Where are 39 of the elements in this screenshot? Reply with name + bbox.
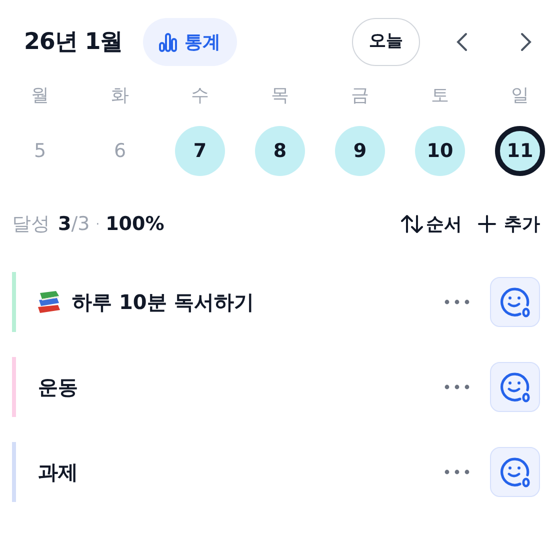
smiley-add-icon <box>498 455 532 489</box>
achievement-total: /3 <box>71 212 90 237</box>
achievement-percent: 100% <box>106 212 164 237</box>
habit-name: 운동 <box>38 374 78 401</box>
bar-chart-icon <box>158 32 177 52</box>
emotion-button[interactable] <box>490 277 540 327</box>
plus-icon <box>478 215 496 233</box>
sort-arrows-icon <box>401 214 423 234</box>
weekday-label: 화 <box>111 84 129 108</box>
weekday-label: 목 <box>271 84 289 108</box>
chevron-right-icon <box>520 32 532 52</box>
habit-name: 과제 <box>38 459 78 486</box>
habit-name: 하루 10분 독서하기 <box>72 289 254 316</box>
sort-button[interactable]: 순서 <box>401 210 462 238</box>
add-button[interactable]: 추가 <box>478 210 540 238</box>
weekday-label: 월 <box>31 84 49 108</box>
more-icon <box>444 384 470 390</box>
day-button[interactable]: 8 <box>255 126 305 176</box>
emotion-button[interactable] <box>490 362 540 412</box>
emotion-button[interactable] <box>490 447 540 497</box>
month-title: 26년 1월 <box>24 28 123 57</box>
weekday-label: 토 <box>431 84 449 108</box>
stats-button[interactable]: 통계 <box>142 18 237 66</box>
day-button[interactable]: 11 <box>495 126 545 176</box>
achievement-count: 3 <box>58 212 72 237</box>
weekday-label: 일 <box>511 84 529 108</box>
today-button[interactable]: 오늘 <box>352 18 420 66</box>
day-button[interactable]: 10 <box>415 126 465 176</box>
more-icon <box>444 299 470 305</box>
day-button[interactable]: 7 <box>175 126 225 176</box>
smiley-add-icon <box>498 285 532 319</box>
achievement-label: 달성 <box>12 212 50 237</box>
smiley-add-icon <box>498 370 532 404</box>
separator-dot: · <box>96 216 100 233</box>
chevron-left-icon <box>456 32 468 52</box>
weekday-label: 금 <box>351 84 369 108</box>
weekday-label: 수 <box>191 84 209 108</box>
more-icon <box>444 469 470 475</box>
day-button[interactable]: 9 <box>335 126 385 176</box>
